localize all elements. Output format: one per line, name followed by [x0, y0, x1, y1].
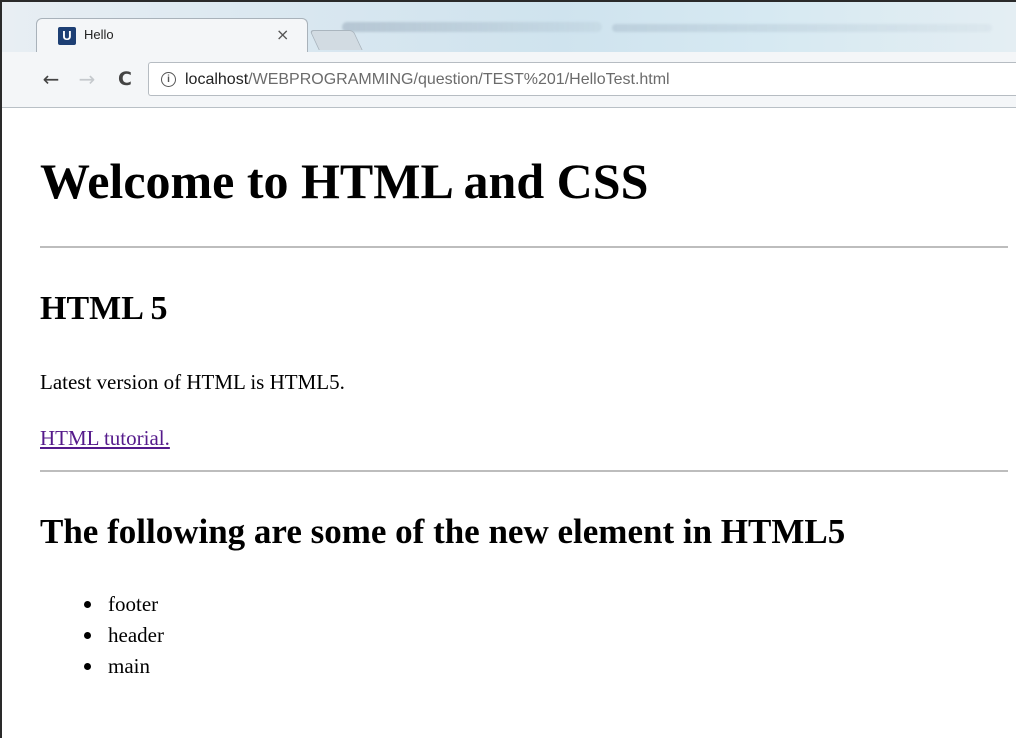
list-item-text: main [108, 654, 150, 678]
list-item-text: header [108, 623, 164, 647]
url-text[interactable]: localhost/WEBPROGRAMMING/question/TEST%2… [185, 71, 670, 89]
bullet-icon [84, 601, 91, 608]
browser-tab-active[interactable] [36, 18, 308, 52]
address-bar[interactable]: i localhost/WEBPROGRAMMING/question/TEST… [148, 62, 1016, 96]
close-icon[interactable]: × [276, 26, 289, 44]
new-tab-button[interactable] [309, 30, 363, 50]
url-path: /WEBPROGRAMMING/question/TEST%201/HelloT… [248, 71, 670, 88]
reload-icon[interactable]: C [112, 66, 138, 92]
list-item: footer [84, 590, 164, 621]
list-item-text: footer [108, 592, 159, 616]
tab-favicon-icon: U [58, 27, 76, 45]
section-heading-html5: HTML 5 [40, 290, 168, 327]
forward-arrow-icon[interactable]: → [74, 66, 100, 92]
page-title: Welcome to HTML and CSS [40, 153, 649, 209]
bullet-icon [84, 632, 91, 639]
back-arrow-icon[interactable]: ← [38, 66, 64, 92]
tab-title: Hello [84, 27, 114, 42]
list-item: main [84, 652, 164, 683]
new-elements-list: footer header main [84, 590, 164, 683]
browser-toolbar: ← → C i localhost/WEBPROGRAMMING/questio… [2, 52, 1016, 108]
section-heading-new-elements: The following are some of the new elemen… [40, 512, 846, 551]
paragraph-latest-version: Latest version of HTML is HTML5. [40, 370, 345, 394]
horizontal-rule [40, 246, 1008, 248]
horizontal-rule [40, 470, 1008, 472]
blurred-background-tab [342, 22, 602, 32]
bullet-icon [84, 663, 91, 670]
html-tutorial-link[interactable]: HTML tutorial. [40, 426, 170, 451]
url-host: localhost [185, 71, 249, 88]
info-icon[interactable]: i [161, 72, 176, 87]
list-item: header [84, 621, 164, 652]
blurred-background-tab [612, 24, 992, 32]
